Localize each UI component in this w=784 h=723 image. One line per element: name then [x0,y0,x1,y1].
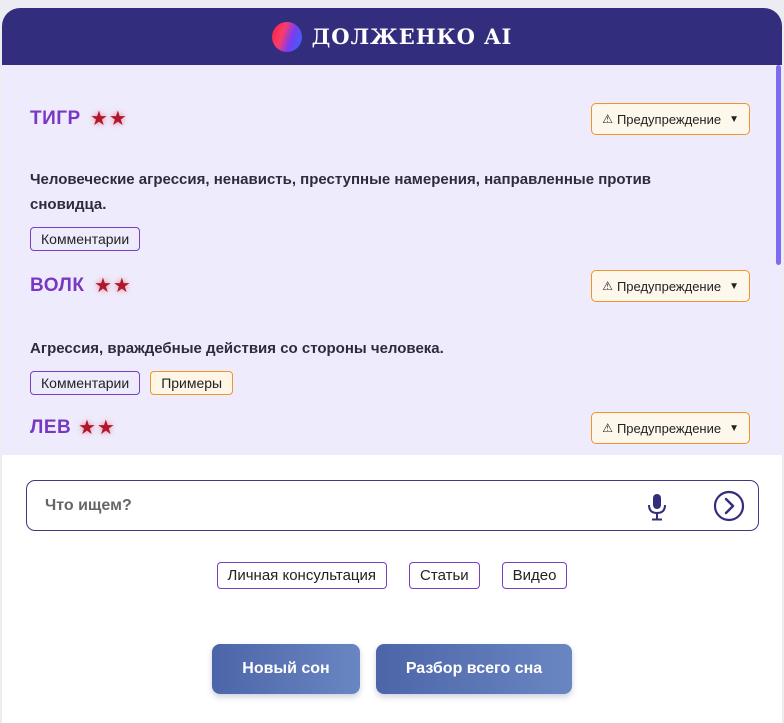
examples-tag[interactable]: Примеры [150,371,234,395]
send-arrow-icon[interactable] [713,490,745,522]
brand-title: ДОЛЖЕНКО AI [311,24,513,49]
tag-list: Комментарии Примеры [30,371,750,395]
symbol-card: ВОЛК ★★ ⚠ Предупреждение ▼ Агрессия, вра… [30,270,750,395]
warning-label: Предупреждение [616,420,722,436]
warning-dropdown[interactable]: ⚠ Предупреждение ▼ [591,412,750,444]
brand-block: ДОЛЖЕНКО AI [271,21,513,52]
warning-dropdown[interactable]: ⚠ Предупреждение ▼ [591,103,750,135]
symbol-card: ТИГР ★★ ⚠ Предупреждение ▼ Человеческие … [30,103,750,251]
search-input[interactable] [45,493,605,519]
logo-icon [271,21,302,52]
personal-consultation-link[interactable]: Личная консультация [216,562,388,589]
scrollbar[interactable] [775,65,782,455]
comments-tag[interactable]: Комментарии [30,371,141,395]
search-bar [26,480,759,531]
action-buttons: Новый сон Разбор всего сна [2,644,782,694]
symbol-name: ВОЛК [30,275,85,296]
results-panel[interactable]: ТИГР ★★ ⚠ Предупреждение ▼ Человеческие … [2,65,782,455]
symbol-header: ТИГР ★★ ⚠ Предупреждение ▼ [30,103,750,135]
warning-icon: ⚠ [602,112,613,126]
warning-label: Предупреждение [616,111,722,127]
warning-label: Предупреждение [616,278,722,294]
warning-icon: ⚠ [602,279,613,293]
rating-stars: ★★ [90,108,128,130]
symbol-header: ВОЛК ★★ ⚠ Предупреждение ▼ [30,270,750,302]
articles-link[interactable]: Статьи [409,562,480,589]
rating-stars: ★★ [78,417,116,439]
rating-stars: ★★ [94,275,132,297]
symbol-name: ЛЕВ [30,417,72,438]
app-window: ДОЛЖЕНКО AI ТИГР ★★ ⚠ Предупреждение ▼ Ч… [2,8,782,723]
full-analysis-button[interactable]: Разбор всего сна [376,644,572,694]
video-link[interactable]: Видео [501,562,568,589]
symbol-name: ТИГР [30,108,81,129]
symbol-header: ЛЕВ ★★ ⚠ Предупреждение ▼ [30,412,750,444]
warning-icon: ⚠ [602,421,613,435]
warning-dropdown[interactable]: ⚠ Предупреждение ▼ [591,270,750,302]
chevron-down-icon: ▼ [729,422,739,434]
header: ДОЛЖЕНКО AI [2,8,782,65]
scrollbar-thumb[interactable] [776,65,781,265]
symbol-description: Агрессия, враждебные действия со стороны… [30,340,444,357]
chevron-down-icon: ▼ [729,113,739,125]
chevron-down-icon: ▼ [729,280,739,292]
tag-list: Комментарии [30,227,750,251]
quick-links: Личная консультация Статьи Видео [2,562,782,589]
comments-tag[interactable]: Комментарии [30,227,141,251]
new-dream-button[interactable]: Новый сон [212,644,360,694]
microphone-icon[interactable] [644,492,670,522]
symbol-card: ЛЕВ ★★ ⚠ Предупреждение ▼ [30,412,750,444]
symbol-description: Человеческие агрессия, ненависть, престу… [30,171,652,213]
